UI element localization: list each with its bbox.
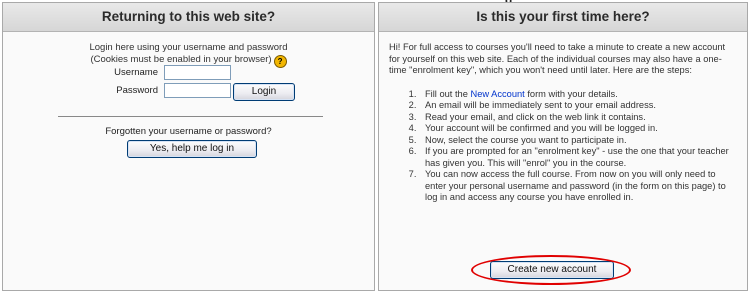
login-panel-header: Returning to this web site? <box>3 3 374 32</box>
signup-step: An email will be immediately sent to you… <box>419 100 737 112</box>
login-panel: Returning to this web site? Login here u… <box>2 2 375 291</box>
signup-panel: Is this your first time here? Hi! For fu… <box>378 2 748 291</box>
new-account-link[interactable]: New Account <box>470 89 524 99</box>
signup-panel-body: Hi! For full access to courses you'll ne… <box>379 32 747 204</box>
forgot-credentials-text: Forgotten your username or password? <box>105 126 272 137</box>
signup-step: Read your email, and click on the web li… <box>419 112 737 124</box>
username-label: Username <box>114 67 158 78</box>
highlight-oval-annotation <box>471 255 631 285</box>
login-button[interactable]: Login <box>233 83 295 101</box>
help-icon[interactable]: ? <box>273 55 287 68</box>
step1-text-after: form with your details. <box>524 88 618 99</box>
signup-step: You can now access the full course. From… <box>419 169 737 204</box>
login-intro-line2: (Cookies must be enabled in your browser… <box>90 54 272 65</box>
signup-intro: Hi! For full access to courses you'll ne… <box>389 42 726 75</box>
signup-step: Your account will be confirmed and you w… <box>419 123 737 135</box>
signup-panel-header: Is this your first time here? <box>379 3 747 32</box>
login-divider <box>58 116 323 117</box>
login-intro-line1: Login here using your username and passw… <box>89 42 288 53</box>
signup-step: Now, select the course you want to parti… <box>419 135 737 147</box>
password-label: Password <box>116 85 158 96</box>
signup-step: Fill out the New Account form with your … <box>419 89 737 101</box>
username-input[interactable] <box>164 65 231 80</box>
password-input[interactable] <box>164 83 231 98</box>
signup-step: If you are prompted for an "enrolment ke… <box>419 146 737 169</box>
help-me-log-in-button[interactable]: Yes, help me log in <box>127 140 257 158</box>
step1-text-before: Fill out the <box>425 88 471 99</box>
signup-steps-list: Fill out the New Account form with your … <box>389 89 737 204</box>
